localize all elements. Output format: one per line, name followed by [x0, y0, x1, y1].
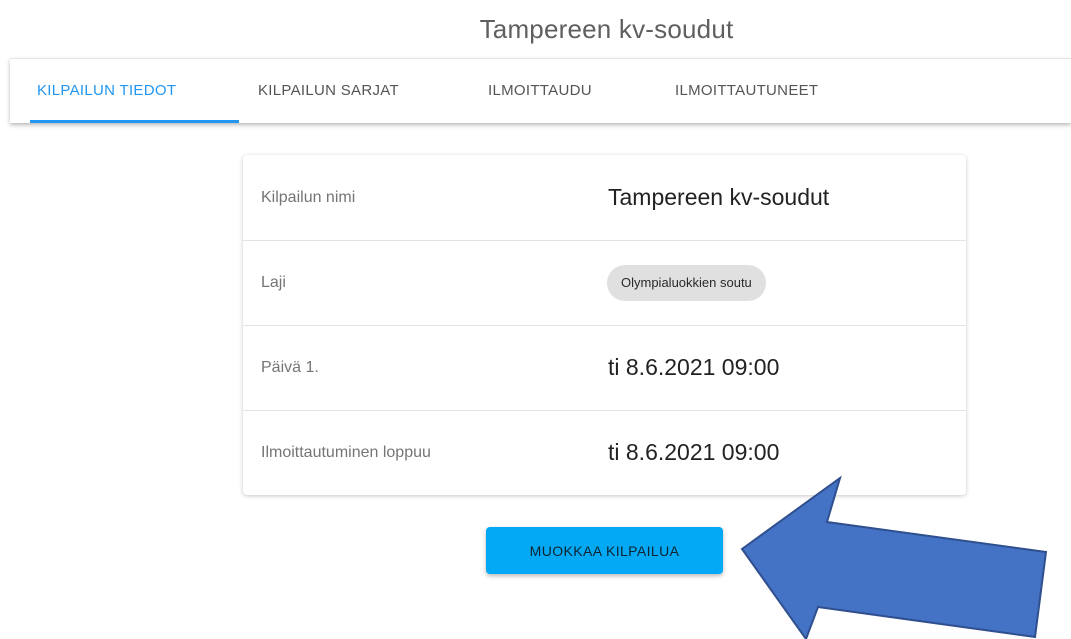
edit-competition-button[interactable]: MUOKKAA KILPAILUA	[486, 527, 723, 574]
day1-label: Päivä 1.	[261, 359, 319, 376]
registration-end-label: Ilmoittautuminen loppuu	[261, 444, 431, 461]
tab-kilpailun-tiedot[interactable]: KILPAILUN TIEDOT	[37, 59, 176, 123]
day1-value: ti 8.6.2021 09:00	[608, 354, 780, 380]
registration-end-value: ti 8.6.2021 09:00	[608, 439, 780, 465]
tab-ilmoittautuneet[interactable]: ILMOITTAUTUNEET	[675, 59, 818, 123]
tab-ilmoittaudu[interactable]: ILMOITTAUDU	[488, 59, 592, 123]
detail-row-day1: Päivä 1. ti 8.6.2021 09:00	[243, 325, 966, 411]
tab-kilpailun-sarjat[interactable]: KILPAILUN SARJAT	[258, 59, 399, 123]
sport-chip: Olympialuokkien soutu	[607, 265, 766, 301]
annotation-arrow-shape	[740, 475, 1048, 639]
page-title: Tampereen kv-soudut	[479, 14, 734, 44]
detail-row-name: Kilpailun nimi Tampereen kv-soudut	[243, 155, 966, 241]
tab-bar: KILPAILUN TIEDOT KILPAILUN SARJAT ILMOIT…	[10, 58, 1071, 123]
competition-name-value: Tampereen kv-soudut	[608, 184, 830, 210]
sport-label: Laji	[261, 274, 286, 291]
detail-row-registration-end: Ilmoittautuminen loppuu ti 8.6.2021 09:0…	[243, 410, 966, 495]
app-title-bar: Tampereen kv-soudut	[0, 14, 1071, 45]
page: Tampereen kv-soudut KILPAILUN TIEDOT KIL…	[0, 0, 1071, 639]
competition-name-label: Kilpailun nimi	[261, 189, 356, 206]
active-tab-indicator	[30, 120, 239, 123]
detail-row-sport: Laji Olympialuokkien soutu	[243, 240, 966, 326]
competition-details-card: Kilpailun nimi Tampereen kv-soudut Laji …	[243, 155, 966, 495]
